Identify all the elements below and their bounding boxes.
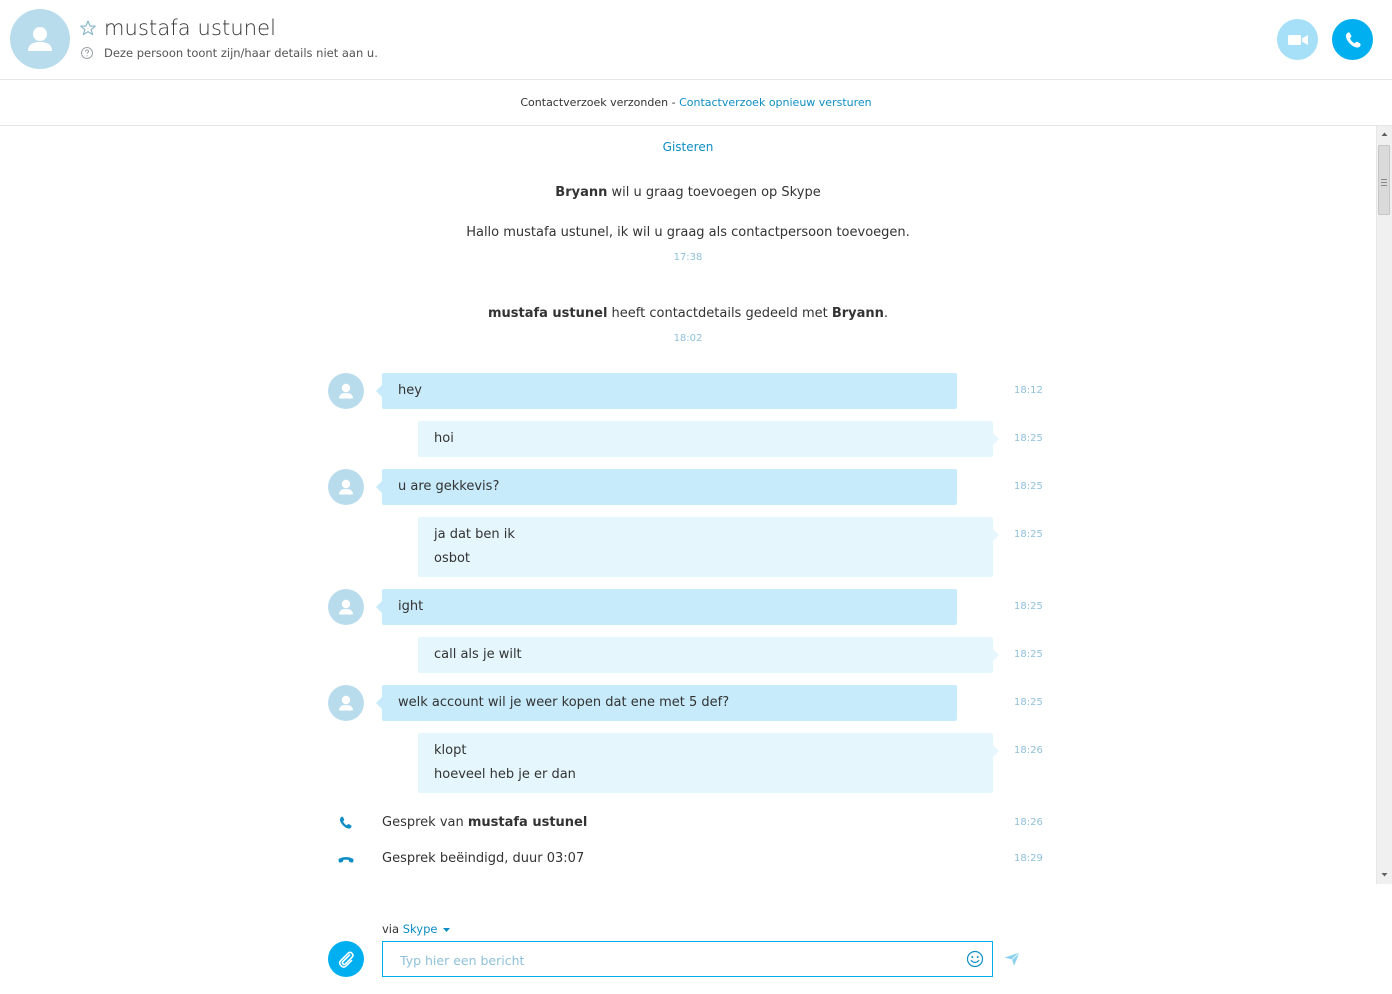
call-ended-timestamp: 18:29 bbox=[1014, 853, 1043, 864]
person-icon bbox=[339, 599, 353, 615]
message-avatar[interactable] bbox=[328, 589, 364, 625]
incoming-call-icon bbox=[338, 815, 354, 831]
outgoing-message-bubble[interactable]: call als je wilt bbox=[418, 637, 999, 673]
shared-timestamp: 18:02 bbox=[673, 333, 703, 344]
message-input[interactable] bbox=[398, 950, 962, 970]
favorite-star-icon[interactable] bbox=[79, 19, 97, 37]
message-timestamp: 18:25 bbox=[1014, 529, 1043, 540]
shared-with-name: Bryann bbox=[831, 306, 884, 321]
greeting-timestamp: 17:38 bbox=[673, 252, 703, 263]
contact-request-message: Bryann wil u graag toevoegen op Skype bbox=[0, 185, 1376, 200]
message-timestamp: 18:25 bbox=[1014, 433, 1043, 444]
message-text: osbot bbox=[434, 551, 471, 566]
date-divider: Gisteren bbox=[662, 140, 714, 154]
incoming-message-bubble[interactable]: u are gekkevis? bbox=[376, 469, 957, 505]
message-text: call als je wilt bbox=[434, 647, 522, 662]
question-icon[interactable] bbox=[80, 46, 94, 60]
contact-request-bar: Contactverzoek verzonden - Contactverzoe… bbox=[0, 80, 1392, 126]
caller-name: mustafa ustunel bbox=[467, 815, 588, 830]
person-icon bbox=[339, 479, 353, 495]
incoming-call-timestamp: 18:26 bbox=[1014, 817, 1043, 828]
message-avatar[interactable] bbox=[328, 685, 364, 721]
outgoing-message-bubble[interactable]: hoi bbox=[418, 421, 999, 457]
message-timestamp: 18:25 bbox=[1014, 649, 1043, 660]
service-dropdown[interactable]: Skype bbox=[403, 922, 438, 936]
audio-call-button[interactable] bbox=[1332, 19, 1373, 60]
requester-name: Bryann bbox=[555, 185, 608, 200]
shared-period: . bbox=[883, 306, 889, 321]
chevron-down-icon[interactable] bbox=[442, 927, 451, 933]
greeting-message: Hallo mustafa ustunel, ik wil u graag al… bbox=[466, 225, 910, 240]
incoming-message-bubble[interactable]: hey bbox=[376, 373, 957, 409]
request-message-text: wil u graag toevoegen op Skype bbox=[607, 185, 821, 200]
incoming-call-event: Gesprek van mustafa ustunel bbox=[382, 815, 587, 830]
outgoing-message-bubble[interactable]: klopt hoeveel heb je er dan bbox=[418, 733, 999, 793]
via-service-selector: via Skype bbox=[382, 922, 451, 936]
message-text: ight bbox=[398, 599, 424, 614]
attach-button[interactable] bbox=[328, 941, 364, 977]
message-timestamp: 18:25 bbox=[1014, 697, 1043, 708]
contact-shared-message: mustafa ustunel heeft contactdetails ged… bbox=[0, 306, 1376, 321]
message-text: hey bbox=[398, 383, 422, 398]
message-text: u are gekkevis? bbox=[398, 479, 500, 494]
emoji-button[interactable] bbox=[966, 950, 984, 968]
privacy-note: Deze persoon toont zijn/haar details nie… bbox=[104, 46, 378, 60]
incoming-call-prefix: Gesprek van bbox=[382, 815, 468, 830]
person-icon bbox=[339, 695, 353, 711]
incoming-message-bubble[interactable]: ight bbox=[376, 589, 957, 625]
send-button[interactable] bbox=[1003, 950, 1021, 968]
smiley-icon bbox=[966, 950, 984, 968]
send-arrow-icon bbox=[1004, 952, 1020, 966]
conversation-header bbox=[0, 0, 1392, 80]
message-text: welk account wil je weer kopen dat ene m… bbox=[398, 695, 730, 710]
message-timestamp: 18:25 bbox=[1014, 601, 1043, 612]
sharer-name: mustafa ustunel bbox=[487, 306, 608, 321]
request-sent-text: Contactverzoek verzonden - bbox=[520, 96, 680, 109]
resend-request-link[interactable]: Contactverzoek opnieuw versturen bbox=[679, 96, 872, 109]
phone-icon bbox=[1345, 31, 1361, 48]
message-text: hoeveel heb je er dan bbox=[434, 767, 576, 782]
call-ended-icon bbox=[337, 851, 355, 867]
message-avatar[interactable] bbox=[328, 373, 364, 409]
message-text: klopt bbox=[434, 743, 467, 758]
message-text: ja dat ben ik bbox=[434, 527, 515, 542]
message-timestamp: 18:25 bbox=[1014, 481, 1043, 492]
scroll-down-arrow-icon[interactable] bbox=[1377, 867, 1392, 882]
scrollbar-track[interactable] bbox=[1376, 126, 1392, 884]
scroll-up-arrow-icon[interactable] bbox=[1377, 127, 1392, 142]
message-input-box[interactable] bbox=[382, 941, 993, 977]
paperclip-icon bbox=[338, 951, 354, 968]
outgoing-message-bubble[interactable]: ja dat ben ik osbot bbox=[418, 517, 999, 577]
message-timestamp: 18:26 bbox=[1014, 745, 1043, 756]
video-call-button[interactable] bbox=[1277, 19, 1318, 60]
contact-avatar[interactable] bbox=[10, 9, 70, 69]
shared-text: heeft contactdetails gedeeld met bbox=[607, 306, 832, 321]
contact-name[interactable]: mustafa ustunel bbox=[104, 16, 276, 40]
message-timestamp: 18:12 bbox=[1014, 385, 1043, 396]
call-ended-event: Gesprek beëindigd, duur 03:07 bbox=[382, 851, 585, 866]
person-icon bbox=[28, 27, 52, 51]
scroll-grip-icon bbox=[1381, 176, 1387, 186]
person-icon bbox=[339, 383, 353, 399]
incoming-message-bubble[interactable]: welk account wil je weer kopen dat ene m… bbox=[376, 685, 957, 721]
message-text: hoi bbox=[434, 431, 454, 446]
video-camera-icon bbox=[1287, 34, 1308, 45]
message-avatar[interactable] bbox=[328, 469, 364, 505]
via-prefix: via bbox=[382, 922, 403, 936]
